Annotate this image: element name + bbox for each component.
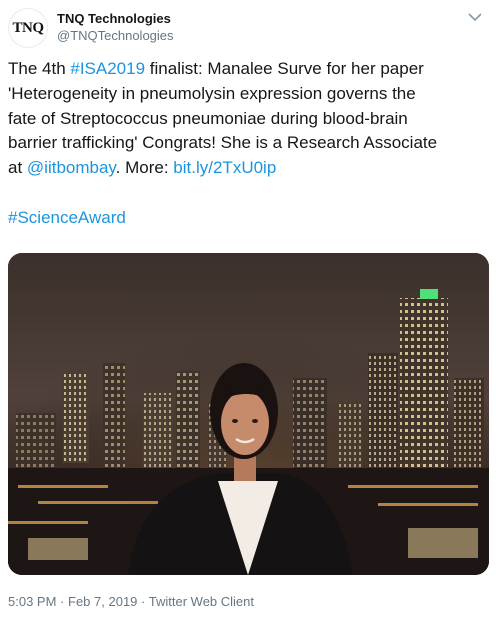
tweet-header: TNQ TNQ Technologies @TNQTechnologies xyxy=(8,8,488,48)
tweet-text-line: #ScienceAward xyxy=(8,206,490,231)
tweet-date[interactable]: Feb 7, 2019 xyxy=(68,594,137,609)
tweet-text-line: The 4th #ISA2019 finalist: Manalee Surve… xyxy=(8,57,490,82)
tweet-text-segment: finalist: Manalee Surve for her paper xyxy=(145,59,424,78)
meta-separator: · xyxy=(141,594,146,609)
author-name[interactable]: TNQ Technologies xyxy=(57,11,171,26)
tweet-client: Twitter Web Client xyxy=(148,594,255,609)
hashtag-link[interactable]: #ScienceAward xyxy=(8,208,126,227)
tweet-text: The 4th #ISA2019 finalist: Manalee Surve… xyxy=(8,57,490,231)
meta-separator: · xyxy=(60,594,65,609)
tweet-text-line: at @iitbombay. More: bit.ly/2TxU0ip xyxy=(8,156,490,181)
tweet-text-segment: barrier trafficking' Congrats! She is a … xyxy=(8,133,438,153)
author-handle[interactable]: @TNQTechnologies xyxy=(57,28,174,43)
tweet-photo[interactable] xyxy=(8,253,489,575)
avatar[interactable]: TNQ xyxy=(8,8,48,48)
tweet-text-segment: 'Heterogeneity in pneumolysin expression… xyxy=(8,83,416,103)
mention-link[interactable]: @iitbombay xyxy=(27,158,116,177)
tweet-text-line: 'Heterogeneity in pneumolysin expression… xyxy=(8,82,490,107)
city-night-photo xyxy=(8,253,489,575)
tweet-text-segment: fate of Streptococcus pneumoniae during … xyxy=(8,108,408,128)
tweet-text-line: barrier trafficking' Congrats! She is a … xyxy=(8,131,490,156)
tweet-time[interactable]: 5:03 PM xyxy=(8,594,56,609)
tweet-text-line: fate of Streptococcus pneumoniae during … xyxy=(8,107,490,132)
tweet-text-segment: at xyxy=(8,158,27,178)
tweet-text-segment: . More: xyxy=(115,158,174,178)
tweet-meta: 5:03 PM · Feb 7, 2019 · Twitter Web Clie… xyxy=(8,594,254,609)
url-link[interactable]: bit.ly/2TxU0ip xyxy=(173,158,276,177)
chevron-down-icon[interactable] xyxy=(466,10,484,24)
tweet-text-segment: The 4th xyxy=(8,59,71,78)
hashtag-link[interactable]: #ISA2019 xyxy=(70,59,145,78)
